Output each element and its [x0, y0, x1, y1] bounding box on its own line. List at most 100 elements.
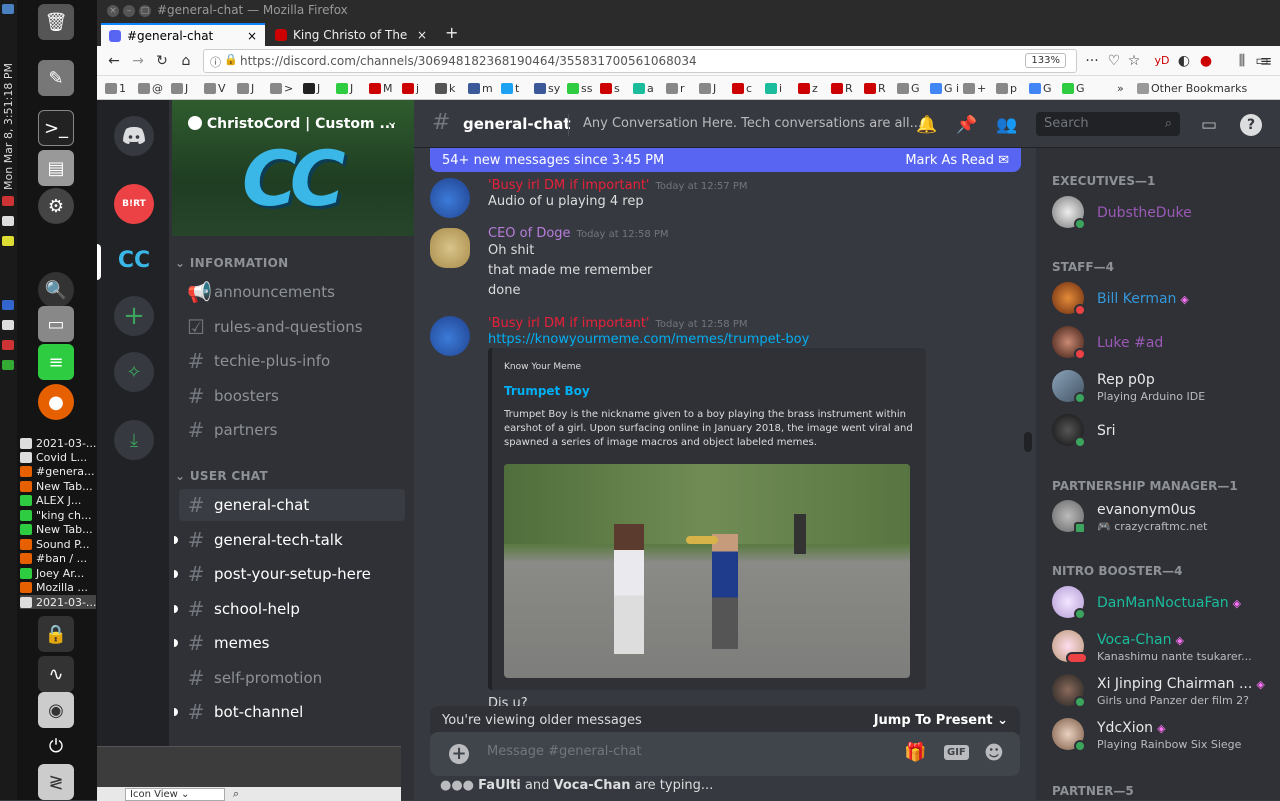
bookmark-item[interactable]: ss	[567, 81, 592, 95]
channel-school-help[interactable]: # school-help	[174, 593, 405, 625]
message-author[interactable]: 'Busy irl DM if important' Today at 12:58…	[488, 316, 748, 331]
bookmark-item[interactable]: M	[369, 81, 393, 95]
pinned-messages-icon[interactable]: 📌	[956, 114, 978, 136]
channel-general-chat[interactable]: # general-chat	[179, 489, 405, 521]
bookmark-item[interactable]: i	[765, 81, 782, 95]
extension-icon[interactable]: ◐	[1175, 52, 1193, 70]
member-item[interactable]: Luke #ad	[1052, 326, 1272, 366]
bookmark-item[interactable]: @	[138, 81, 163, 95]
tray-icon[interactable]	[2, 320, 14, 330]
minimize-window-icon[interactable]: –	[123, 5, 135, 17]
download-apps-icon[interactable]: ⤓	[114, 420, 154, 460]
maximize-window-icon[interactable]: □	[139, 5, 151, 17]
power-icon[interactable]: ⏻	[38, 728, 74, 764]
member-item[interactable]: Rep p0p Playing Arduino IDE	[1052, 370, 1272, 410]
avatar[interactable]	[430, 316, 470, 356]
channel-announcements[interactable]: 📢 announcements	[179, 276, 405, 308]
message-author[interactable]: CEO of Doge Today at 12:58 PM	[488, 226, 669, 241]
scrollbar-thumb[interactable]	[1024, 432, 1032, 452]
message-author[interactable]: 'Busy irl DM if important' Today at 12:57…	[488, 178, 748, 193]
window-list-item[interactable]: "king ch...	[20, 508, 96, 522]
bookmark-item[interactable]: r	[666, 81, 685, 95]
add-attachment-icon[interactable]: +	[449, 744, 469, 764]
jump-to-present-button[interactable]: Jump To Present ⌄	[874, 713, 1008, 728]
bookmark-item[interactable]: c	[732, 81, 752, 95]
window-list-item[interactable]: ALEX J...	[20, 493, 96, 507]
channel-memes[interactable]: # memes	[174, 627, 405, 659]
bookmark-item[interactable]: R	[831, 81, 853, 95]
tray-icon[interactable]	[2, 196, 14, 206]
settings-icon[interactable]: ⚙	[38, 188, 74, 224]
member-item[interactable]: Xi Jinping Chairman ... ◈ Girls und Panze…	[1052, 674, 1272, 714]
category-information[interactable]: ⌄ INFORMATION	[175, 256, 288, 270]
chevron-down-icon[interactable]: ⌄	[386, 114, 398, 130]
window-list-item[interactable]: #ban / ...	[20, 551, 96, 565]
bookmark-item[interactable]: J	[336, 81, 353, 95]
bookmark-item[interactable]: V	[204, 81, 226, 95]
menu-icon[interactable]: ≡	[1257, 52, 1275, 70]
zoom-level[interactable]: 133%	[1025, 53, 1066, 68]
app-icon[interactable]: ≷	[38, 764, 74, 800]
bookmark-item[interactable]: a	[633, 81, 654, 95]
extension-icon[interactable]: yD	[1153, 52, 1171, 70]
pocket-icon[interactable]: ♡	[1105, 52, 1123, 70]
tray-icon[interactable]	[2, 4, 14, 14]
new-messages-bar[interactable]: 54+ new messages since 3:45 PM Mark As R…	[430, 148, 1021, 172]
window-list-item[interactable]: 2021-03-...	[20, 595, 96, 609]
bookmarks-overflow-icon[interactable]: »	[1117, 81, 1124, 95]
library-icon[interactable]: ⫼	[1233, 52, 1251, 70]
bookmark-item[interactable]: z	[798, 81, 818, 95]
channel-post-your-setup-here[interactable]: # post-your-setup-here	[174, 558, 405, 590]
magnifier-icon[interactable]: 🔍	[38, 272, 74, 308]
member-item[interactable]: DanManNoctuaFan ◈	[1052, 586, 1272, 626]
channel-techie-plus-info[interactable]: # techie-plus-info	[179, 345, 405, 377]
window-list-item[interactable]: 2021-03-...	[20, 436, 96, 450]
notification-bell-icon[interactable]: 🔔	[916, 114, 938, 136]
channel-self-promotion[interactable]: # self-promotion	[179, 662, 405, 694]
gift-icon[interactable]: 🎁	[904, 742, 926, 763]
member-item[interactable]: DubstheDuke	[1052, 196, 1272, 236]
member-item[interactable]: evanonym0us 🎮 crazycraftmc.net	[1052, 500, 1272, 540]
channel-topic[interactable]: Any Conversation Here. Tech conversation…	[583, 116, 922, 131]
category-user-chat[interactable]: ⌄ USER CHAT	[175, 469, 268, 483]
bookmark-item[interactable]: >	[270, 81, 293, 95]
info-icon[interactable]: ⓘ	[210, 54, 221, 70]
back-icon[interactable]: ←	[105, 52, 123, 70]
bookmark-item[interactable]: j	[402, 81, 419, 95]
channel-rules-and-questions[interactable]: ☑ rules-and-questions	[179, 311, 405, 343]
tray-icon[interactable]	[2, 360, 14, 370]
bookmark-item[interactable]: R	[864, 81, 886, 95]
window-list-item[interactable]: Mozilla ...	[20, 580, 96, 594]
camera-icon[interactable]: ◉	[38, 692, 74, 728]
home-icon[interactable]: ⌂	[177, 52, 195, 70]
bookmark-item[interactable]: G	[1062, 81, 1085, 95]
channel-bot-channel[interactable]: # bot-channel	[174, 696, 405, 728]
close-tab-icon[interactable]: ×	[417, 28, 427, 42]
bookmark-item[interactable]: J	[303, 81, 320, 95]
gif-icon[interactable]: GIF	[944, 745, 969, 760]
message-composer[interactable]: + Message #general-chat 🎁 GIF ☻	[430, 732, 1020, 776]
new-tab-icon[interactable]: +	[445, 23, 458, 42]
embed-title[interactable]: Trumpet Boy	[504, 384, 590, 398]
help-icon[interactable]: ?	[1240, 114, 1262, 136]
text-editor-icon[interactable]: ✎	[38, 60, 74, 96]
tray-icon[interactable]	[2, 300, 14, 310]
forward-icon[interactable]: →	[129, 52, 147, 70]
tray-icon[interactable]	[2, 236, 14, 246]
notes-icon[interactable]: ≡	[38, 344, 74, 380]
other-bookmarks[interactable]: Other Bookmarks	[1137, 81, 1247, 95]
channel-boosters[interactable]: # boosters	[179, 380, 405, 412]
window-list-item[interactable]: New Tab...	[20, 522, 96, 536]
trash-icon[interactable]: 🗑	[38, 4, 74, 40]
explore-servers-icon[interactable]: ✧	[114, 352, 154, 392]
window-list-item[interactable]: #genera...	[20, 464, 96, 478]
bookmark-item[interactable]: m	[468, 81, 493, 95]
close-window-icon[interactable]: ×	[107, 5, 119, 17]
archive-icon[interactable]: ▭	[38, 306, 74, 342]
mark-as-read-button[interactable]: Mark As Read ✉	[905, 153, 1009, 168]
window-list-item[interactable]: Sound P...	[20, 537, 96, 551]
view-selector[interactable]: Icon View ⌄	[125, 788, 225, 801]
channel-partners[interactable]: # partners	[179, 414, 405, 446]
more-icon[interactable]: ···	[1083, 52, 1101, 70]
tray-icon[interactable]	[2, 340, 14, 350]
